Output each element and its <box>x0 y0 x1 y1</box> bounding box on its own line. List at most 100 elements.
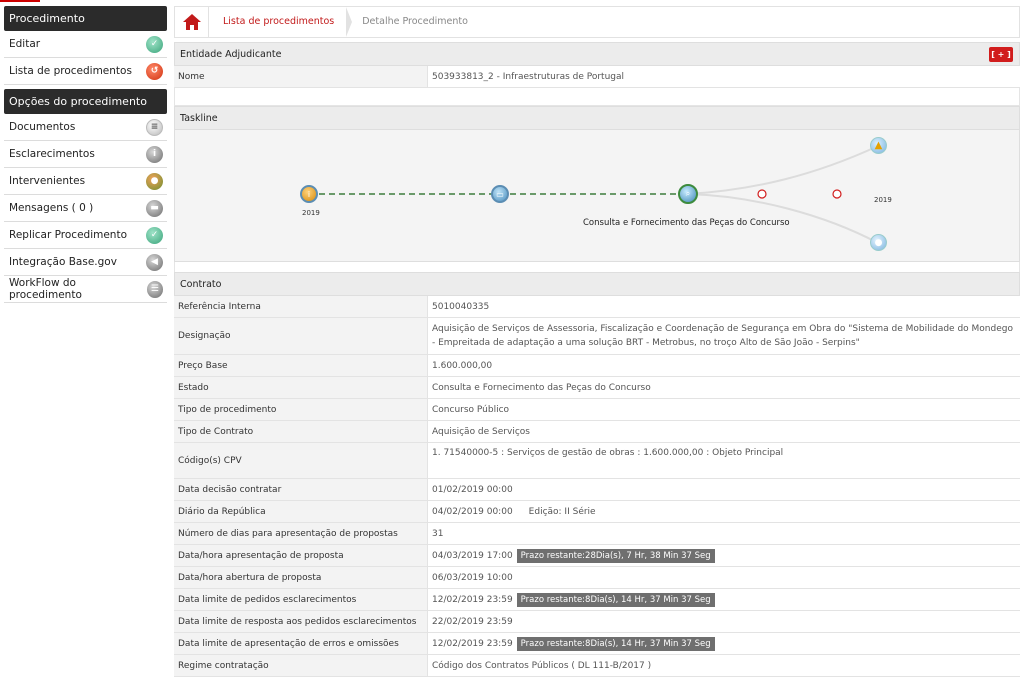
field-value: 1. 71540000-5 : Serviços de gestão de ob… <box>432 448 784 458</box>
sidebar-item-mensagens[interactable]: Mensagens ( 0 ) ▬ <box>4 195 167 222</box>
sidebar: Procedimento Editar ✓ Lista de procedime… <box>4 6 167 303</box>
sidebar-item-editar[interactable]: Editar ✓ <box>4 31 167 58</box>
contrato-row: Data limite de pedidos esclarecimentos 12… <box>174 589 1020 611</box>
field-label: Tipo de Contrato <box>174 421 428 442</box>
breadcrumb-lista-procedimentos[interactable]: Lista de procedimentos <box>209 7 353 37</box>
megaphone-icon: ◀ <box>146 253 163 271</box>
sidebar-item-replicar[interactable]: Replicar Procedimento ✓ <box>4 222 167 249</box>
field-label: Número de dias para apresentação de prop… <box>174 523 428 544</box>
taskline-header: Taskline <box>174 106 1020 130</box>
sidebar-item-workflow[interactable]: WorkFlow do procedimento ☰ <box>4 276 167 303</box>
field-value-cell: 1.600.000,00 <box>428 355 1020 376</box>
entidade-title: Entidade Adjudicante <box>180 49 282 60</box>
sidebar-item-esclarecimentos[interactable]: Esclarecimentos i <box>4 141 167 168</box>
message-icon: ▬ <box>146 199 163 217</box>
taskline-current-step: Consulta e Fornecimento das Peças do Con… <box>583 218 790 228</box>
sidebar-item-label: Documentos <box>9 121 76 133</box>
user-node-icon[interactable]: ● <box>870 234 887 251</box>
field-value: 01/02/2019 00:00 <box>432 484 513 495</box>
contrato-row: Designação Aquisição de Serviços de Asses… <box>174 318 1020 355</box>
sidebar-item-label: WorkFlow do procedimento <box>9 277 82 301</box>
field-value-cell: 5010040335 <box>428 296 1020 317</box>
publication-node-icon[interactable]: ▭ <box>491 185 509 203</box>
spacer <box>174 262 1020 272</box>
field-value-cell: 22/02/2019 23:59 <box>428 611 1020 632</box>
field-label: Diário da República <box>174 501 428 522</box>
field-label: Data/hora apresentação de proposta <box>174 545 428 566</box>
field-label: Estado <box>174 377 428 398</box>
sidebar-item-label: Esclarecimentos <box>9 148 95 160</box>
field-value: 503933813_2 - Infraestruturas de Portuga… <box>428 66 1020 87</box>
field-value: 12/02/2019 23:59 <box>432 638 513 649</box>
field-label: Nome <box>174 66 428 87</box>
taskline-year-start: 2019 <box>302 209 320 217</box>
entidade-header: Entidade Adjudicante [ + ] <box>174 42 1020 66</box>
sidebar-item-integracao[interactable]: Integração Base.gov ◀ <box>4 249 167 276</box>
top-accent-bar <box>0 0 40 2</box>
back-arrow-icon: ↺ <box>146 62 163 80</box>
field-value-cell: 01/02/2019 00:00 <box>428 479 1020 500</box>
sidebar-header-procedimento: Procedimento <box>4 6 167 31</box>
sidebar-item-documentos[interactable]: Documentos ≡ <box>4 114 167 141</box>
field-value: Aquisição de Serviços de Assessoria, Fis… <box>432 324 1013 348</box>
field-value-cell: 06/03/2019 10:00 <box>428 567 1020 588</box>
home-icon[interactable] <box>175 7 209 37</box>
taskline-title: Taskline <box>180 113 218 124</box>
contrato-row: Data/hora apresentação de proposta 04/03/… <box>174 545 1020 567</box>
main-content: Lista de procedimentos Detalhe Procedime… <box>174 6 1020 677</box>
contrato-row: Data decisão contratar 01/02/2019 00:00 <box>174 479 1020 501</box>
entidade-nome-row: Nome 503933813_2 - Infraestruturas de Po… <box>174 66 1020 88</box>
field-extra: Edição: II Série <box>528 506 596 517</box>
contrato-row: Referência Interna 5010040335 <box>174 296 1020 318</box>
contrato-row: Data limite de resposta aos pedidos escl… <box>174 611 1020 633</box>
field-label: Designação <box>174 318 428 354</box>
sidebar-item-intervenientes[interactable]: Intervenientes ● <box>4 168 167 195</box>
expand-button[interactable]: [ + ] <box>989 47 1013 62</box>
warning-node-icon[interactable]: ▲ <box>870 137 887 154</box>
countdown-badge: Prazo restante:8Dia(s), 14 Hr, 37 Min 37… <box>516 592 715 607</box>
contrato-row: Número de dias para apresentação de prop… <box>174 523 1020 545</box>
countdown-badge: Prazo restante:28Dia(s), 7 Hr, 38 Min 37… <box>516 548 715 563</box>
field-value: Aquisição de Serviços <box>432 426 530 437</box>
contrato-header: Contrato <box>174 272 1020 296</box>
field-label: Data decisão contratar <box>174 479 428 500</box>
field-label: Referência Interna <box>174 296 428 317</box>
taskline-year-end: 2019 <box>874 196 892 204</box>
field-value: 22/02/2019 23:59 <box>432 616 513 627</box>
taskline-panel: i 2019 ▭ ⌕ Consulta e Fornecimento das P… <box>174 130 1020 262</box>
sidebar-item-label: Integração Base.gov <box>9 256 117 268</box>
sidebar-item-label: Mensagens ( 0 ) <box>9 202 94 214</box>
field-value: 5010040335 <box>432 301 490 312</box>
spacer <box>174 88 1020 106</box>
field-label: Data limite de resposta aos pedidos escl… <box>174 611 428 632</box>
contrato-row: Diário da República 04/02/2019 00:00 Ediçã… <box>174 501 1020 523</box>
contrato-title: Contrato <box>180 279 222 290</box>
sidebar-item-lista-procedimentos[interactable]: Lista de procedimentos ↺ <box>4 58 167 85</box>
contrato-row: Código(s) CPV 1. 71540000-5 : Serviços de… <box>174 443 1020 479</box>
field-label: Data limite de pedidos esclarecimentos <box>174 589 428 610</box>
people-icon: ● <box>146 172 163 190</box>
document-icon: ≡ <box>146 118 163 136</box>
field-value-cell: 12/02/2019 23:59 Prazo restante:8Dia(s), … <box>428 633 1020 654</box>
field-value-cell: 04/02/2019 00:00 Edição: II Série <box>428 501 1020 522</box>
field-value: 04/02/2019 00:00 <box>432 506 513 517</box>
contrato-row: Tipo de procedimento Concurso Público <box>174 399 1020 421</box>
field-value: 12/02/2019 23:59 <box>432 594 513 605</box>
field-label: Código(s) CPV <box>174 443 428 478</box>
field-label: Tipo de procedimento <box>174 399 428 420</box>
field-value: 06/03/2019 10:00 <box>432 572 513 583</box>
contrato-row: Estado Consulta e Fornecimento das Peças … <box>174 377 1020 399</box>
breadcrumb: Lista de procedimentos Detalhe Procedime… <box>174 6 1020 38</box>
field-label: Regime contratação <box>174 655 428 676</box>
search-node-icon[interactable]: ⌕ <box>678 184 698 204</box>
sidebar-header-opcoes: Opções do procedimento <box>4 89 167 114</box>
field-label: Preço Base <box>174 355 428 376</box>
field-value-cell: Consulta e Fornecimento das Peças do Con… <box>428 377 1020 398</box>
breadcrumb-detalhe: Detalhe Procedimento <box>362 16 468 27</box>
replicate-icon: ✓ <box>146 226 163 244</box>
start-node-icon[interactable]: i <box>300 185 318 203</box>
contrato-row: Regime contratação Código dos Contratos P… <box>174 655 1020 677</box>
field-label: Data/hora abertura de proposta <box>174 567 428 588</box>
field-value: 1.600.000,00 <box>432 360 493 371</box>
field-value-cell: 31 <box>428 523 1020 544</box>
